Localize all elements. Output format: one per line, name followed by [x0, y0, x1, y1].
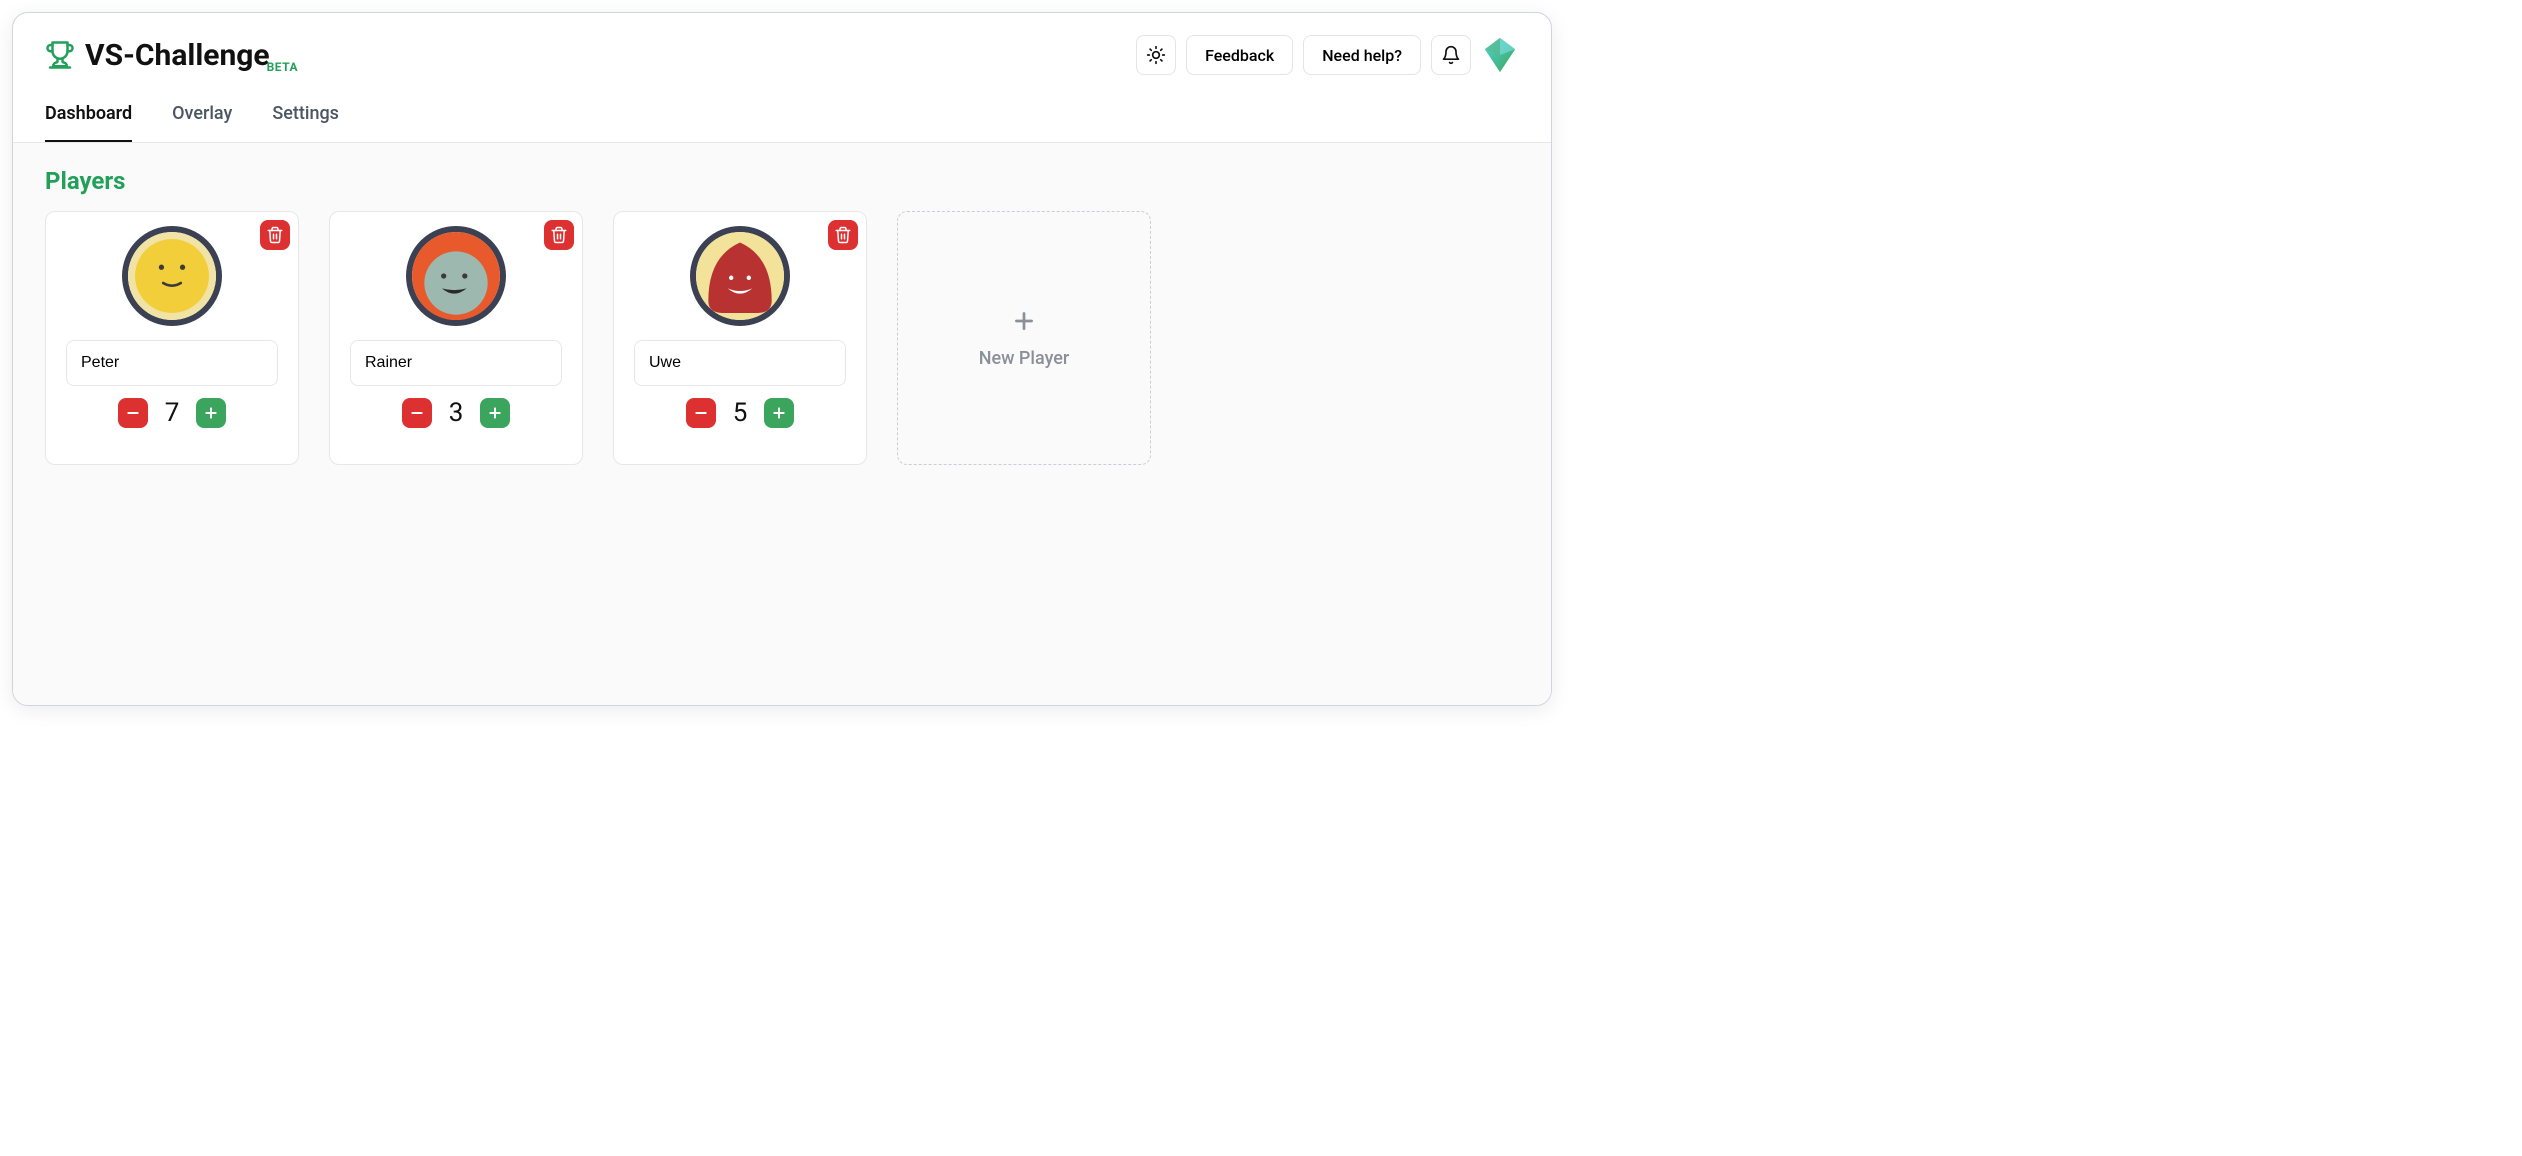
player-card: 3: [329, 211, 583, 465]
players-heading: Players: [45, 167, 1519, 195]
minus-icon: [409, 405, 425, 421]
brand: VS-Challenge BETA: [45, 38, 298, 73]
avatar: [122, 226, 222, 326]
app-header: VS-Challenge BETA Feedback: [13, 13, 1551, 75]
decrement-button[interactable]: [402, 398, 432, 428]
help-label: Need help?: [1322, 46, 1402, 65]
user-gem-icon[interactable]: [1481, 36, 1519, 74]
trash-icon: [266, 226, 284, 244]
tab-overlay[interactable]: Overlay: [172, 103, 232, 142]
app-title: VS-Challenge: [85, 38, 270, 73]
delete-player-button[interactable]: [828, 220, 858, 250]
trash-icon: [550, 226, 568, 244]
player-card: 5: [613, 211, 867, 465]
increment-button[interactable]: [196, 398, 226, 428]
score-controls: 5: [686, 398, 794, 428]
beta-badge: BETA: [267, 60, 298, 74]
app-window: VS-Challenge BETA Feedback: [12, 12, 1552, 706]
trash-icon: [834, 226, 852, 244]
players-grid: 7: [45, 211, 1519, 465]
avatar: [690, 226, 790, 326]
player-name-input[interactable]: [66, 340, 278, 386]
delete-player-button[interactable]: [544, 220, 574, 250]
increment-button[interactable]: [480, 398, 510, 428]
score-controls: 3: [402, 398, 510, 428]
tab-dashboard[interactable]: Dashboard: [45, 103, 132, 142]
plus-icon: [203, 405, 219, 421]
feedback-button[interactable]: Feedback: [1186, 35, 1293, 75]
score-value: 5: [730, 398, 750, 428]
content-area: Players: [13, 143, 1551, 705]
decrement-button[interactable]: [118, 398, 148, 428]
notifications-button[interactable]: [1431, 35, 1471, 75]
plus-icon: [1011, 308, 1037, 334]
player-card: 7: [45, 211, 299, 465]
new-player-button[interactable]: New Player: [897, 211, 1151, 465]
player-name-input[interactable]: [634, 340, 846, 386]
increment-button[interactable]: [764, 398, 794, 428]
trophy-icon: [45, 40, 75, 70]
plus-icon: [771, 405, 787, 421]
feedback-label: Feedback: [1205, 46, 1274, 65]
nav-tabs: Dashboard Overlay Settings: [13, 75, 1551, 143]
bell-icon: [1441, 45, 1461, 65]
score-value: 7: [162, 398, 182, 428]
plus-icon: [487, 405, 503, 421]
avatar: [406, 226, 506, 326]
score-controls: 7: [118, 398, 226, 428]
player-name-input[interactable]: [350, 340, 562, 386]
minus-icon: [693, 405, 709, 421]
decrement-button[interactable]: [686, 398, 716, 428]
help-button[interactable]: Need help?: [1303, 35, 1421, 75]
new-player-label: New Player: [979, 348, 1070, 369]
header-actions: Feedback Need help?: [1136, 35, 1519, 75]
minus-icon: [125, 405, 141, 421]
tab-settings[interactable]: Settings: [272, 103, 339, 142]
delete-player-button[interactable]: [260, 220, 290, 250]
score-value: 3: [446, 398, 466, 428]
theme-toggle[interactable]: [1136, 35, 1176, 75]
sun-icon: [1146, 45, 1166, 65]
